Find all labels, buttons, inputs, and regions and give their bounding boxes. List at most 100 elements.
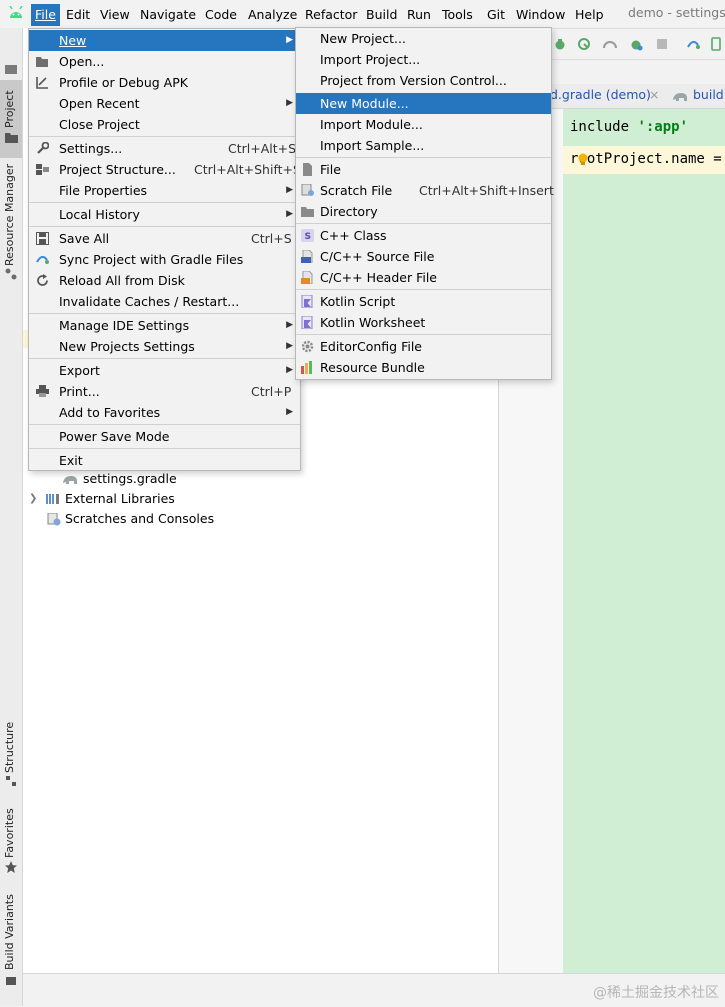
open-folder-icon (36, 57, 48, 67)
gradle-sync-icon (36, 256, 49, 264)
menu-build[interactable]: Build (366, 5, 397, 25)
intention-bulb-icon[interactable] (578, 153, 588, 165)
menu-run[interactable]: Run (407, 5, 431, 25)
menu-navigate[interactable]: Navigate (140, 5, 196, 25)
project-structure-icon (36, 164, 49, 175)
menu-separator (296, 289, 551, 290)
editorconfig-gear-icon (301, 340, 314, 353)
code-editor[interactable]: include ':app' rootProject.name = (563, 109, 725, 973)
submenu-arrow-icon: ▶ (286, 341, 293, 351)
build-variants-tab-label[interactable]: Build Variants (3, 894, 16, 970)
file-menu-project-structure[interactable]: Project Structure... Ctrl+Alt+Shift+S (29, 159, 301, 180)
import-module-item[interactable]: Import Module... (296, 114, 551, 135)
file-menu-power-save-mode[interactable]: Power Save Mode (29, 426, 300, 447)
submenu-arrow-icon: ▶ (286, 185, 293, 195)
project-from-vcs-item[interactable]: Project from Version Control... (296, 70, 551, 91)
project-tab-label[interactable]: Project (3, 90, 16, 128)
scratch-file-item[interactable]: Scratch File Ctrl+Alt+Shift+Insert (296, 180, 554, 201)
menu-code[interactable]: Code (205, 5, 237, 25)
svg-text:S: S (305, 232, 311, 242)
menu-view[interactable]: View (100, 5, 130, 25)
menu-git[interactable]: Git (487, 5, 505, 25)
file-menu-open[interactable]: Open... (29, 51, 300, 72)
favorites-tab-label[interactable]: Favorites (3, 808, 16, 858)
menu-separator (29, 136, 300, 137)
menu-window[interactable]: Window (516, 5, 565, 25)
cpp-class-item[interactable]: S C++ Class (296, 225, 551, 246)
kotlin-script-item[interactable]: Kotlin Script (296, 291, 551, 312)
submenu-arrow-icon: ▶ (286, 98, 293, 108)
editor-tab-build-gradle-demo[interactable]: d.gradle (demo) (550, 87, 651, 102)
file-menu-invalidate-caches[interactable]: Invalidate Caches / Restart... (29, 291, 300, 312)
cpp-source-file-item[interactable]: C/C++ Source File (296, 246, 551, 267)
gradle-elephant-icon (63, 476, 77, 484)
menu-separator (296, 334, 551, 335)
scratches-icon (47, 513, 61, 526)
file-menu-profile-debug-apk[interactable]: Profile or Debug APK (29, 72, 300, 93)
attach-debugger-icon[interactable] (629, 37, 643, 51)
resource-manager-tab-label[interactable]: Resource Manager (3, 164, 16, 266)
menu-refactor[interactable]: Refactor (305, 5, 357, 25)
menu-tools[interactable]: Tools (442, 5, 473, 25)
cpp-class-icon: S (301, 229, 314, 242)
cpp-header-file-item[interactable]: C/C++ Header File (296, 267, 551, 288)
menu-edit[interactable]: Edit (66, 5, 90, 25)
menu-file[interactable]: File (31, 4, 60, 26)
cpp-header-file-icon (301, 271, 313, 284)
gradle-elephant-icon (673, 93, 687, 101)
file-menu-exit[interactable]: Exit (29, 450, 300, 471)
kotlin-worksheet-item[interactable]: Kotlin Worksheet (296, 312, 551, 333)
tree-row-label: settings.gradle (83, 471, 177, 486)
editor-tab-build[interactable]: build. (693, 87, 725, 102)
file-menu-file-properties[interactable]: File Properties ▶ (29, 180, 300, 201)
menu-separator (29, 358, 300, 359)
close-tab-icon[interactable]: × (649, 87, 659, 102)
save-disk-icon (36, 232, 49, 245)
file-menu-local-history[interactable]: Local History ▶ (29, 204, 300, 225)
menu-analyze[interactable]: Analyze (248, 5, 297, 25)
file-menu-sync-gradle[interactable]: Sync Project with Gradle Files (29, 249, 300, 270)
new-project-item[interactable]: New Project... (296, 28, 551, 49)
menu-separator (296, 223, 551, 224)
new-module-item[interactable]: New Module... (296, 93, 551, 114)
gradle-sync-icon[interactable] (686, 37, 700, 51)
file-menu-settings[interactable]: Settings... Ctrl+Alt+S (29, 138, 300, 159)
resource-bundle-item[interactable]: Resource Bundle (296, 357, 551, 378)
printer-icon (36, 385, 49, 397)
chevron-right-icon[interactable]: ❯ (29, 489, 37, 509)
reload-icon (37, 274, 48, 286)
file-menu-export[interactable]: Export ▶ (29, 360, 300, 381)
menu-separator (29, 424, 300, 425)
favorites-star-icon (5, 861, 17, 873)
file-menu-print[interactable]: Print... Ctrl+P (29, 381, 300, 402)
file-menu-manage-ide-settings[interactable]: Manage IDE Settings ▶ (29, 315, 300, 336)
tree-row-label: Scratches and Consoles (65, 511, 215, 526)
file-menu-close-project[interactable]: Close Project (29, 114, 300, 135)
file-menu-open-recent[interactable]: Open Recent ▶ (29, 93, 300, 114)
file-menu-new-projects-settings[interactable]: New Projects Settings ▶ (29, 336, 300, 357)
directory-item[interactable]: Directory (296, 201, 551, 222)
submenu-arrow-icon: ▶ (286, 365, 293, 375)
build-variants-icon (6, 977, 16, 985)
editorconfig-file-item[interactable]: EditorConfig File (296, 336, 551, 357)
new-file-item[interactable]: File (296, 159, 551, 180)
structure-tab-label[interactable]: Structure (3, 722, 16, 773)
import-project-item[interactable]: Import Project... (296, 49, 551, 70)
file-menu-add-to-favorites[interactable]: Add to Favorites ▶ (29, 402, 300, 423)
bug-icon[interactable] (553, 37, 567, 51)
menu-help[interactable]: Help (575, 5, 604, 25)
import-sample-item[interactable]: Import Sample... (296, 135, 551, 156)
profile-icon[interactable] (577, 37, 591, 51)
menu-separator (29, 226, 300, 227)
file-menu-new[interactable]: New ▶ (29, 30, 300, 51)
directory-icon (301, 207, 314, 217)
file-menu-reload-from-disk[interactable]: Reload All from Disk (29, 270, 300, 291)
device-manager-icon[interactable] (709, 37, 723, 51)
code-keyword: include (570, 119, 630, 135)
structure-icon (6, 776, 16, 786)
file-menu-save-all[interactable]: Save All Ctrl+S (29, 228, 300, 249)
gauge-icon[interactable] (603, 37, 617, 51)
stop-icon[interactable] (656, 38, 668, 50)
scratch-file-icon (301, 184, 314, 196)
file-menu: New ▶ Open... Profile or Debug APK Open … (28, 28, 301, 471)
